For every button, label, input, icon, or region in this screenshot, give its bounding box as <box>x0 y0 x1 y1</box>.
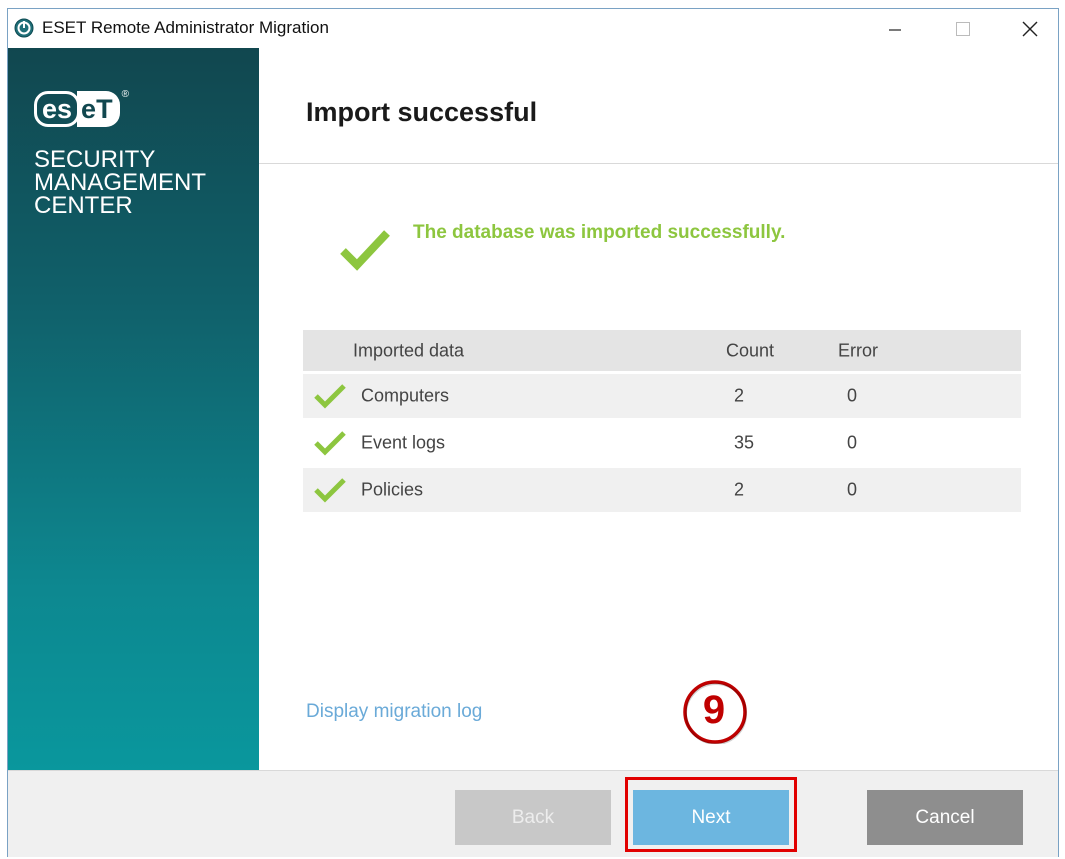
row-error: 0 <box>847 432 858 453</box>
success-message: The database was imported successfully. <box>413 222 786 243</box>
column-header-count: Count <box>726 340 775 360</box>
row-name: Event logs <box>361 432 446 453</box>
row-name: Policies <box>361 479 424 500</box>
close-button[interactable] <box>1000 9 1060 48</box>
column-header-imported-data: Imported data <box>353 340 465 360</box>
imported-data-table: Imported data Count Error Computers 2 0 … <box>303 330 1021 515</box>
page-title: Import successful <box>306 97 538 127</box>
row-error: 0 <box>847 479 858 500</box>
table-row: Policies 2 0 <box>303 468 1021 512</box>
minimize-icon <box>889 28 901 31</box>
cancel-button[interactable]: Cancel <box>867 790 1023 845</box>
row-count: 35 <box>734 432 755 453</box>
next-button-highlight <box>625 777 797 852</box>
step-number: 9 <box>702 687 726 732</box>
table-header-row: Imported data Count Error <box>303 330 1021 371</box>
eset-app-icon <box>14 18 34 38</box>
logo-et: eT <box>77 91 120 127</box>
back-button[interactable]: Back <box>455 790 611 845</box>
product-name-line1: SECURITY <box>34 146 156 173</box>
row-count: 2 <box>734 385 745 406</box>
row-check-icon <box>314 478 346 503</box>
row-error: 0 <box>847 385 858 406</box>
step-annotation: 9 <box>680 676 748 745</box>
success-check-icon <box>340 230 390 271</box>
migration-window: ESET Remote Administrator Migration es e… <box>7 8 1059 857</box>
column-header-error: Error <box>838 340 878 360</box>
maximize-icon <box>956 21 970 36</box>
product-name-line2: MANAGEMENT <box>34 169 207 196</box>
window-title: ESET Remote Administrator Migration <box>42 18 329 37</box>
minimize-button[interactable] <box>865 9 925 48</box>
close-icon <box>1022 21 1038 36</box>
row-check-icon <box>314 431 346 456</box>
row-name: Computers <box>361 385 450 406</box>
display-migration-log-link[interactable]: Display migration log <box>306 701 482 723</box>
brand-sidebar: es eT ® SECURITY MANAGEMENT CENTER <box>8 48 259 770</box>
product-name: SECURITY MANAGEMENT CENTER <box>34 146 207 219</box>
eset-logo: es eT ® <box>34 88 129 130</box>
logo-registered-mark: ® <box>121 89 129 100</box>
page-header: Import successful <box>259 48 1058 164</box>
row-check-icon <box>314 384 346 409</box>
button-bar: Back Next Cancel <box>8 770 1058 857</box>
row-count: 2 <box>734 479 745 500</box>
table-row: Computers 2 0 <box>303 374 1021 418</box>
logo-es: es <box>34 91 81 127</box>
table-row: Event logs 35 0 <box>303 421 1021 465</box>
maximize-button[interactable] <box>933 9 993 48</box>
title-bar[interactable]: ESET Remote Administrator Migration <box>8 9 1058 48</box>
product-name-line3: CENTER <box>34 192 133 219</box>
